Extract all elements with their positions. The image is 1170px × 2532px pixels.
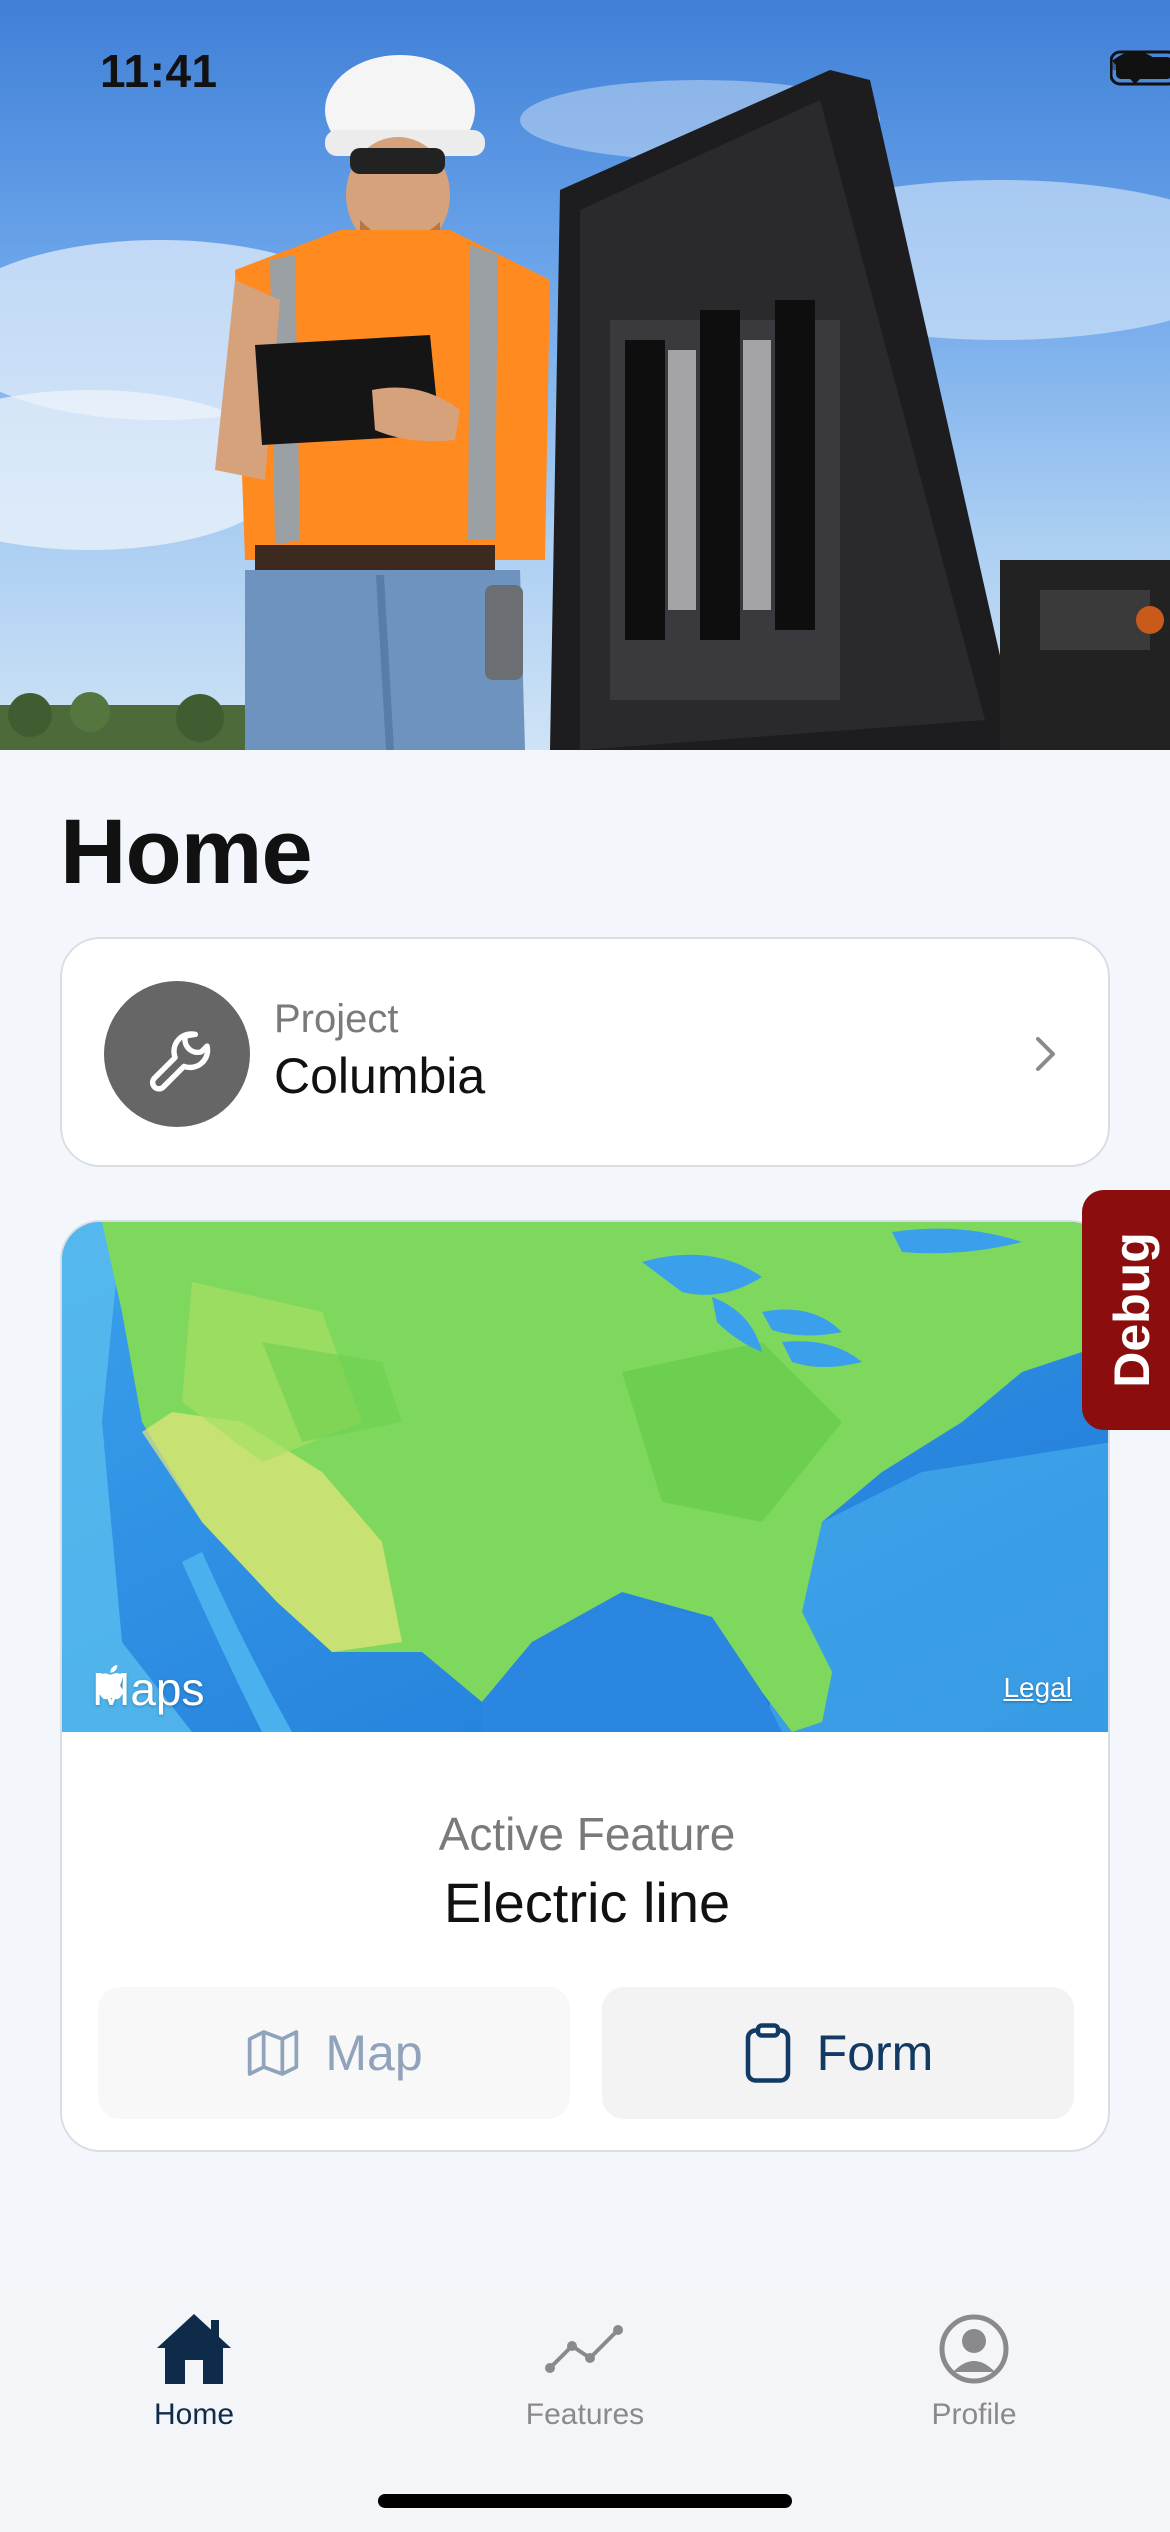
person-circle-icon (939, 2314, 1009, 2384)
battery-icon (1110, 50, 1170, 86)
map-view[interactable]: Maps Legal (62, 1222, 1108, 1732)
tab-home[interactable]: Home (64, 2310, 324, 2432)
tab-profile[interactable]: Profile (844, 2310, 1104, 2432)
page-title: Home (60, 801, 313, 903)
clipboard-icon (745, 2023, 790, 2083)
form-button-label: Form (816, 2025, 934, 2081)
tab-profile-label: Profile (931, 2398, 1017, 2431)
tab-features[interactable]: Features (455, 2310, 715, 2432)
active-feature-value: Electric line (443, 1871, 731, 1934)
wrench-icon (149, 1031, 211, 1092)
maps-attribution: Maps (92, 1662, 204, 1716)
project-name: Columbia (274, 1048, 486, 1104)
map-icon (248, 2030, 299, 2076)
house-icon (157, 2314, 231, 2384)
debug-tab[interactable]: Debug (1082, 1190, 1170, 1430)
debug-label: Debug (1104, 1232, 1161, 1388)
status-bar: 11:41 (0, 0, 1170, 140)
tab-features-label: Features (525, 2398, 645, 2431)
hero-image: 11:41 (0, 0, 1170, 750)
map-button-label: Map (325, 2025, 423, 2081)
chevron-right-icon (1036, 1037, 1055, 1071)
line-chart-icon (545, 2325, 623, 2373)
active-feature-label: Active Feature (438, 1808, 736, 1860)
form-button[interactable]: Form (602, 1987, 1074, 2119)
active-feature-card: Maps Legal Active Feature Electric line … (60, 1220, 1110, 2152)
status-time: 11:41 (100, 45, 218, 97)
apple-logo-icon (96, 1665, 125, 1700)
project-card[interactable]: Project Columbia (60, 937, 1110, 1167)
tab-home-label: Home (153, 2398, 235, 2431)
project-avatar (104, 981, 250, 1127)
maps-legal-link[interactable]: Legal (1003, 1672, 1072, 1704)
home-indicator (378, 2494, 792, 2508)
project-label: Project (274, 997, 399, 1041)
map-button[interactable]: Map (98, 1987, 570, 2119)
